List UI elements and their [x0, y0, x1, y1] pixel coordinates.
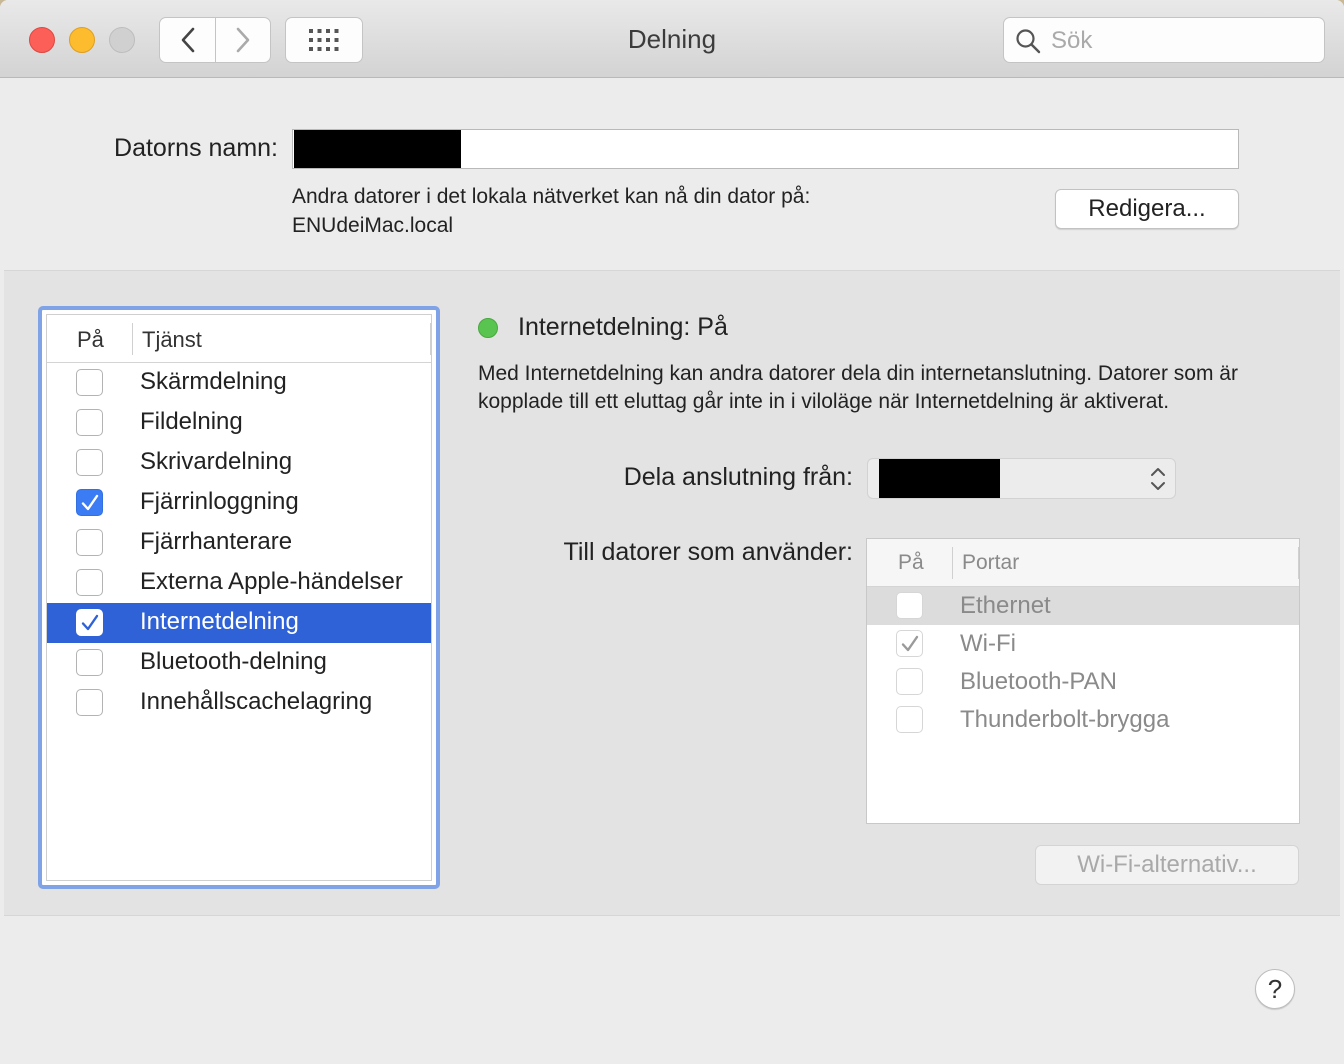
services-list: På Tjänst Skärmdelning Fildelning Skrivard…	[38, 306, 440, 889]
service-label: Internetdelning	[140, 608, 299, 635]
service-checkbox[interactable]	[76, 689, 103, 716]
column-header-service[interactable]: Tjänst	[142, 327, 202, 353]
service-checkbox[interactable]	[76, 409, 103, 436]
port-checkbox[interactable]	[896, 706, 923, 733]
service-status: Internetdelning: På	[518, 313, 728, 341]
service-label: Externa Apple-händelser	[140, 568, 403, 595]
port-label: Ethernet	[960, 592, 1051, 619]
port-row[interactable]: Thunderbolt-brygga	[867, 701, 1299, 739]
window: Delning Sök Datorns namn: Andra datorer …	[0, 0, 1344, 1064]
service-label: Innehållscachelagring	[140, 688, 373, 715]
status-indicator-icon	[478, 318, 498, 338]
service-label: Skrivardelning	[140, 448, 293, 475]
service-checkbox[interactable]	[76, 569, 103, 596]
service-row[interactable]: Innehållscachelagring	[47, 683, 431, 723]
search-icon	[1016, 29, 1041, 54]
service-row[interactable]: Fildelning	[47, 403, 431, 443]
port-checkbox[interactable]	[896, 630, 923, 657]
column-header-on[interactable]: På	[77, 327, 104, 353]
checkmark-icon	[81, 614, 99, 631]
service-label: Skärmdelning	[140, 368, 287, 395]
wifi-options-button[interactable]: Wi-Fi-alternativ...	[1035, 845, 1299, 885]
column-divider	[1298, 547, 1299, 579]
service-row[interactable]: Internetdelning	[47, 603, 431, 643]
local-address-text: Andra datorer i det lokala nätverket kan…	[292, 185, 811, 208]
column-divider	[430, 323, 431, 355]
redacted-block	[294, 130, 461, 168]
service-checkbox[interactable]	[76, 529, 103, 556]
local-address-info: Andra datorer i det lokala nätverket kan…	[292, 182, 810, 240]
service-label: Fildelning	[140, 408, 243, 435]
service-row[interactable]: Fjärrinloggning	[47, 483, 431, 523]
title-bar: Delning Sök	[0, 0, 1344, 78]
ports-table: På Portar Ethernet Wi-Fi Bluetooth-PAN Thun…	[866, 538, 1300, 824]
service-row[interactable]: Fjärrhanterare	[47, 523, 431, 563]
service-checkbox[interactable]	[76, 449, 103, 476]
local-hostname: ENUdeiMac.local	[292, 214, 454, 237]
share-from-label: Dela anslutning från:	[623, 463, 853, 491]
port-label: Bluetooth-PAN	[960, 668, 1117, 695]
help-button[interactable]: ?	[1255, 969, 1295, 1009]
search-placeholder: Sök	[1051, 27, 1093, 54]
column-divider	[952, 547, 953, 579]
service-row[interactable]: Externa Apple-händelser	[47, 563, 431, 603]
port-checkbox[interactable]	[896, 592, 923, 619]
edit-button[interactable]: Redigera...	[1055, 189, 1239, 229]
port-checkbox[interactable]	[896, 668, 923, 695]
port-row[interactable]: Wi-Fi	[867, 625, 1299, 663]
services-rows: Skärmdelning Fildelning Skrivardelning Fjär…	[47, 363, 431, 723]
service-description: Med Internetdelning kan andra datorer de…	[478, 362, 1238, 413]
column-header-ports: Portar	[962, 551, 1020, 574]
ports-header: På Portar	[867, 539, 1299, 587]
search-field[interactable]: Sök	[1003, 17, 1325, 63]
service-checkbox[interactable]	[76, 649, 103, 676]
services-header: På Tjänst	[47, 315, 431, 363]
services-table: På Tjänst Skärmdelning Fildelning Skrivard…	[46, 314, 432, 881]
share-from-popup[interactable]	[867, 458, 1176, 499]
column-divider	[132, 323, 133, 355]
service-label: Bluetooth-delning	[140, 648, 327, 675]
service-row[interactable]: Bluetooth-delning	[47, 643, 431, 683]
service-row[interactable]: Skärmdelning	[47, 363, 431, 403]
service-row[interactable]: Skrivardelning	[47, 443, 431, 483]
port-row[interactable]: Ethernet	[867, 587, 1299, 625]
service-label: Fjärrinloggning	[140, 488, 299, 515]
checkmark-icon	[901, 635, 919, 652]
to-computers-label: Till datorer som använder:	[563, 538, 853, 566]
port-row[interactable]: Bluetooth-PAN	[867, 663, 1299, 701]
updown-chevron-icon	[1151, 468, 1165, 490]
redacted-block	[879, 459, 1000, 498]
port-label: Thunderbolt-brygga	[960, 706, 1170, 733]
port-label: Wi-Fi	[960, 630, 1016, 657]
computer-name-label: Datorns namn:	[114, 134, 278, 162]
service-checkbox[interactable]	[76, 369, 103, 396]
column-header-on: På	[898, 551, 924, 574]
ports-rows: Ethernet Wi-Fi Bluetooth-PAN Thunderbolt-br…	[867, 587, 1299, 739]
service-checkbox[interactable]	[76, 489, 103, 516]
service-checkbox[interactable]	[76, 609, 103, 636]
service-label: Fjärrhanterare	[140, 528, 293, 555]
computer-name-field[interactable]	[292, 129, 1239, 169]
checkmark-icon	[81, 494, 99, 511]
